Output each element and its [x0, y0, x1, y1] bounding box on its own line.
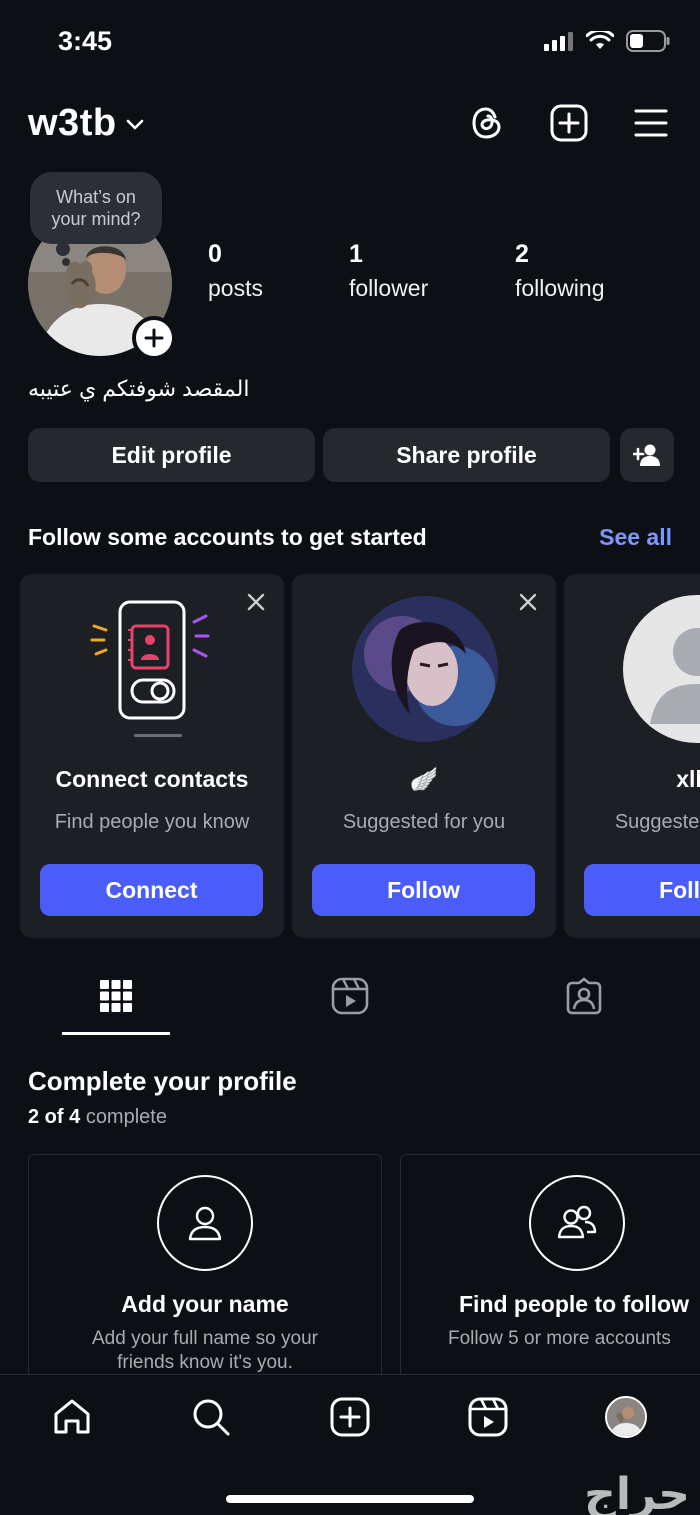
- card-subtitle: Suggested for you: [342, 811, 506, 833]
- connect-button[interactable]: Connect: [40, 864, 263, 916]
- note-tail: [56, 242, 70, 256]
- card-title: Find people to follow: [459, 1291, 689, 1317]
- person-icon: [188, 1206, 222, 1241]
- profile-header: w3tb: [0, 96, 700, 156]
- nav-create[interactable]: [328, 1395, 372, 1439]
- tab-posts-grid[interactable]: [96, 976, 136, 1016]
- tab-reels[interactable]: [330, 976, 370, 1016]
- profile-photo: [607, 1398, 645, 1436]
- card-title: Connect contacts: [55, 766, 249, 792]
- suggested-user-avatar[interactable]: [350, 594, 500, 744]
- home-icon: [54, 1399, 90, 1434]
- note-tail-dot: [62, 258, 70, 266]
- threads-icon: [472, 107, 501, 139]
- progress-word: complete: [85, 1106, 167, 1128]
- cellular-signal-icon: [544, 32, 573, 51]
- hamburger-menu-icon: [634, 109, 668, 137]
- status-icons: [544, 30, 670, 52]
- card-subtitle: Add your full name so your friends know …: [29, 1327, 381, 1375]
- add-name-card[interactable]: Add your name Add your full name so your…: [28, 1154, 382, 1394]
- tagged-person-icon: [566, 977, 602, 1015]
- stat-label: posts: [208, 275, 263, 301]
- follow-button[interactable]: Follow: [584, 864, 700, 916]
- create-button[interactable]: [550, 104, 588, 142]
- suggestions-carousel[interactable]: Connect contacts Find people you know Co…: [20, 574, 700, 938]
- profile-actions: Edit profile Share profile: [28, 428, 674, 482]
- plus-square-icon: [550, 104, 588, 142]
- wifi-icon: [586, 31, 614, 49]
- search-icon: [193, 1399, 230, 1436]
- nav-home[interactable]: [50, 1395, 94, 1439]
- stat-following[interactable]: 2 following: [515, 240, 605, 302]
- username: w3tb: [28, 102, 117, 144]
- nav-profile[interactable]: [604, 1395, 648, 1439]
- profile-stats: 0 posts 1 follower 2 following: [208, 240, 678, 310]
- follow-button[interactable]: Follow: [312, 864, 535, 916]
- reels-icon: [331, 977, 369, 1015]
- complete-profile-progress: 2 of 4 complete: [28, 1106, 167, 1129]
- profile-circle: [157, 1175, 253, 1271]
- tab-tagged[interactable]: [564, 976, 604, 1016]
- reels-icon: [468, 1397, 508, 1437]
- share-profile-button[interactable]: Share profile: [323, 428, 610, 482]
- card-subtitle: Find people you know: [54, 811, 250, 833]
- status-bar: 3:45: [0, 0, 700, 88]
- stat-value: 0: [208, 240, 222, 268]
- contacts-phone-illustration: [90, 600, 210, 737]
- complete-profile-title: Complete your profile: [28, 1066, 297, 1096]
- content-tabs: [0, 966, 700, 1036]
- avatar: [605, 1396, 647, 1438]
- stat-value: 1: [349, 240, 363, 268]
- people-circle: [529, 1175, 625, 1271]
- suggestion-card-user: 🪽 Suggested for you Follow: [292, 574, 556, 938]
- battery-icon: [626, 30, 670, 52]
- status-time: 3:45: [58, 26, 113, 56]
- discover-people-button[interactable]: [620, 428, 674, 482]
- progress-count: 2 of 4: [28, 1106, 81, 1128]
- card-title: 🪽: [409, 766, 439, 792]
- nav-reels[interactable]: [466, 1395, 510, 1439]
- find-people-card[interactable]: Find people to follow Follow 5 or more a…: [400, 1154, 700, 1394]
- watermark-logo: حراج: [584, 1470, 690, 1515]
- card-title: xllq: [676, 766, 700, 792]
- active-tab-indicator: [62, 1032, 170, 1035]
- home-indicator[interactable]: [226, 1495, 474, 1503]
- add-person-icon: [633, 444, 660, 466]
- people-icon: [557, 1205, 597, 1239]
- card-subtitle: Follow 5 or more accounts: [448, 1328, 671, 1349]
- profile-bio: المقصد شوفتكم ي عتيبه: [28, 376, 250, 401]
- note-text-line2: your mind?: [51, 209, 141, 229]
- bottom-navigation: حراج: [0, 1374, 700, 1515]
- card-title: Add your name: [121, 1291, 289, 1317]
- default-avatar-icon[interactable]: [622, 594, 700, 744]
- close-icon[interactable]: [518, 592, 538, 612]
- nav-search[interactable]: [189, 1395, 233, 1439]
- account-switcher[interactable]: w3tb: [28, 102, 145, 145]
- grid-icon: [100, 980, 132, 1012]
- stat-label: follower: [349, 275, 429, 301]
- stat-value: 2: [515, 240, 529, 268]
- suggestions-title: Follow some accounts to get started: [28, 524, 427, 550]
- edit-profile-button[interactable]: Edit profile: [28, 428, 315, 482]
- card-subtitle-line2: friends know it's you.: [117, 1352, 293, 1373]
- add-story-button[interactable]: [132, 316, 176, 360]
- stat-followers[interactable]: 1 follower: [349, 240, 428, 302]
- plus-icon: [144, 328, 164, 348]
- suggestion-card-connect-contacts: Connect contacts Find people you know Co…: [20, 574, 284, 938]
- plus-square-icon: [330, 1397, 370, 1437]
- card-subtitle-line1: Add your full name so your: [91, 1328, 318, 1349]
- chevron-down-icon: [126, 119, 143, 129]
- note-text-line1: What’s on: [56, 187, 136, 207]
- card-subtitle: Suggested for you: [614, 811, 700, 833]
- note-bubble[interactable]: What’s on your mind?: [30, 172, 162, 244]
- see-all-link[interactable]: See all: [599, 524, 672, 551]
- stat-posts[interactable]: 0 posts: [208, 240, 263, 302]
- suggestion-card-user: xllq Suggested for you Follow: [564, 574, 700, 938]
- stat-label: following: [515, 275, 605, 301]
- threads-button[interactable]: [468, 104, 506, 142]
- close-icon[interactable]: [246, 592, 266, 612]
- menu-button[interactable]: [632, 104, 670, 142]
